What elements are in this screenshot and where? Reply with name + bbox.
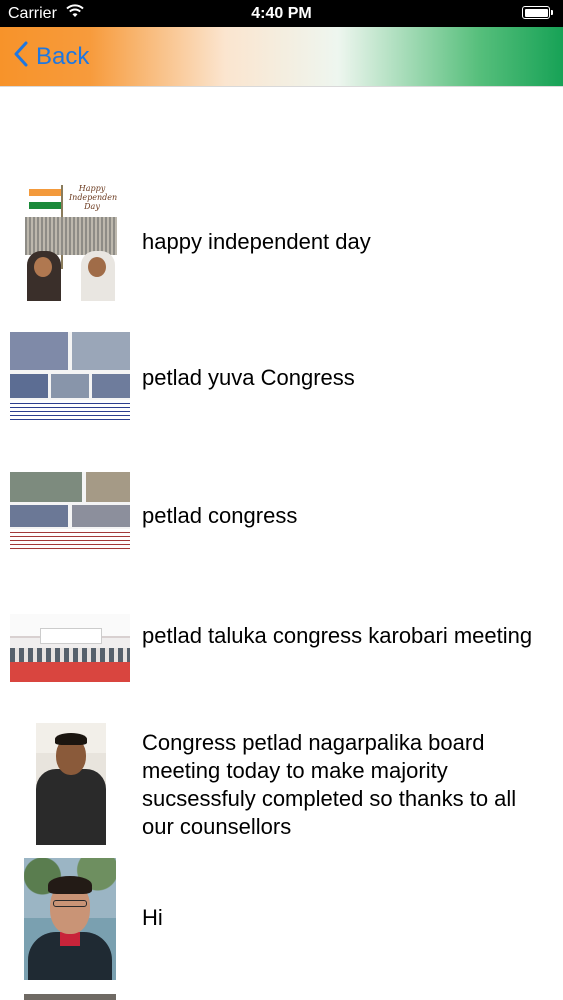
event-collage-thumbnail (10, 472, 130, 550)
back-button[interactable]: Back (14, 40, 89, 74)
post-title: happy independent day (142, 229, 371, 254)
navigation-bar: Back (0, 27, 563, 87)
chevron-left-icon (14, 41, 36, 74)
list-item[interactable]: Happy Independence Day happy independent… (0, 178, 563, 308)
next-item-thumbnail-partial (24, 994, 116, 1000)
battery-icon (522, 6, 550, 19)
portrait-thumbnail (36, 723, 106, 845)
post-title: Hi (142, 905, 163, 930)
list-item[interactable]: Hi (0, 856, 563, 980)
meeting-hall-thumbnail (10, 614, 130, 682)
indian-flag-icon (29, 189, 63, 209)
list-item[interactable]: petlad yuva Congress (0, 328, 563, 420)
selfie-thumbnail (24, 858, 116, 980)
back-label: Back (36, 43, 90, 70)
independence-day-thumbnail: Happy Independence Day (25, 181, 117, 303)
list-item[interactable]: petlad taluka congress karobari meeting (0, 608, 563, 688)
post-title: Congress petlad nagarpalika board meetin… (142, 730, 517, 839)
post-title: petlad yuva Congress (142, 365, 355, 390)
post-title: petlad taluka congress karobari meeting (142, 623, 533, 648)
list-item[interactable]: Congress petlad nagarpalika board meetin… (0, 720, 563, 850)
list-item[interactable]: petlad congress (0, 468, 563, 550)
post-title: petlad congress (142, 503, 298, 528)
battery-cap (551, 10, 553, 15)
event-collage-thumbnail (10, 332, 130, 420)
clock: 4:40 PM (251, 5, 312, 22)
thumbnail-caption: Happy Independence Day (69, 184, 117, 211)
status-bar: Carrier 4:40 PM (0, 0, 563, 27)
